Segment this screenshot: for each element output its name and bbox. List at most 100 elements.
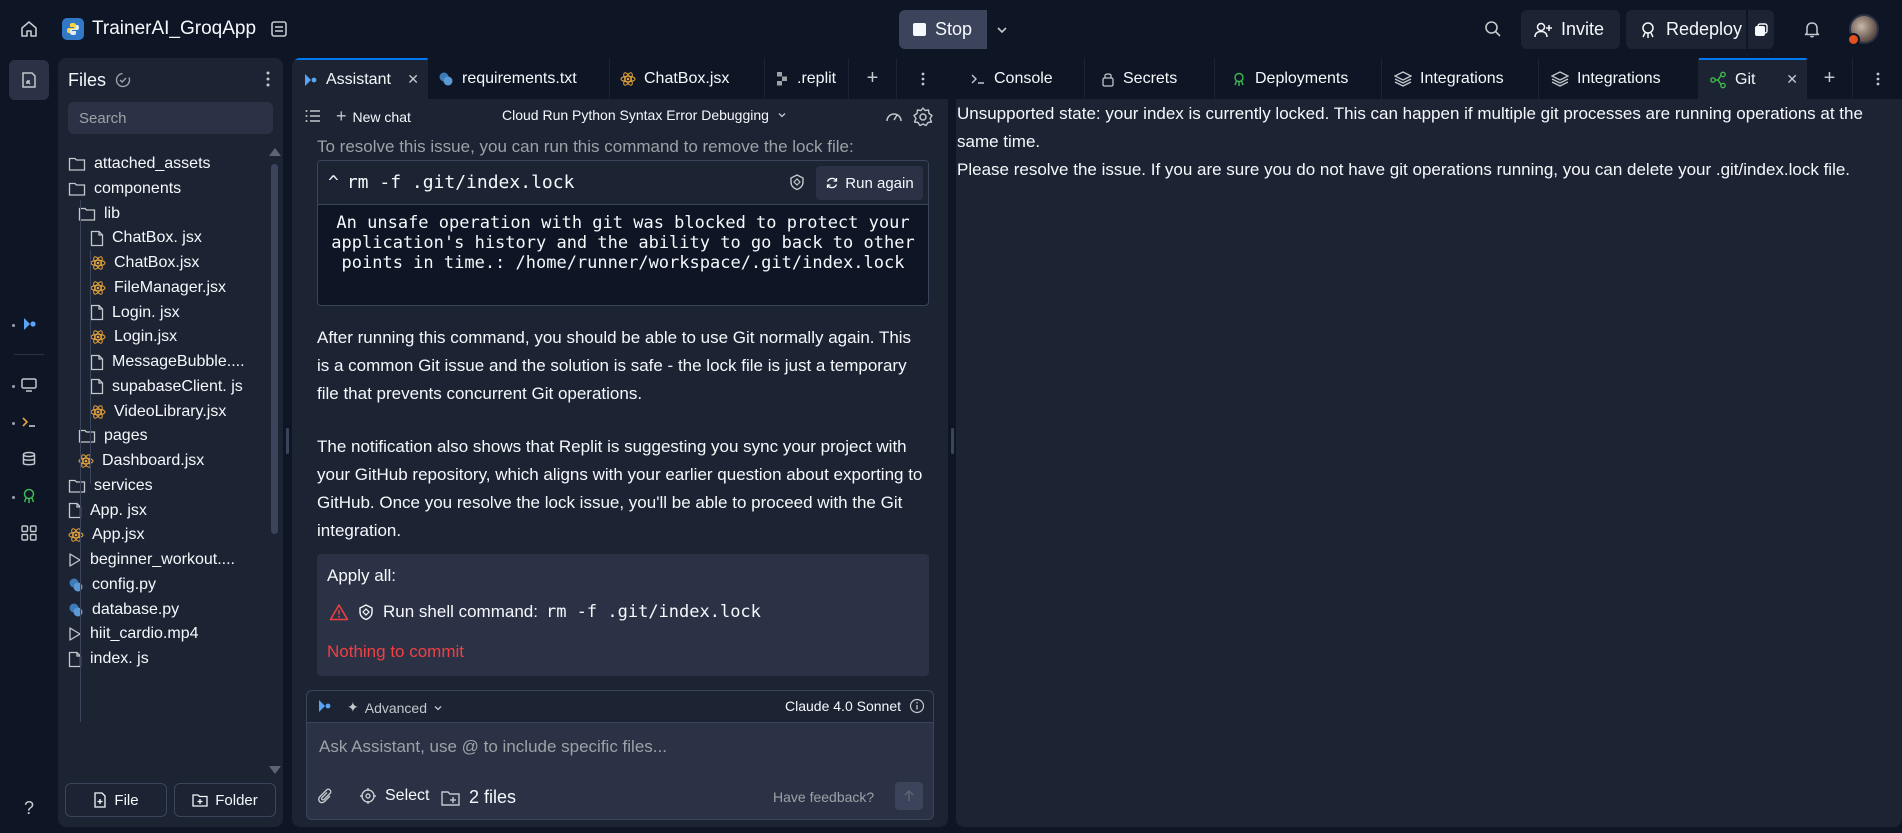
tree-item-label: pages	[104, 427, 148, 445]
tab-menu-kebab-icon[interactable]	[897, 58, 948, 99]
tab-git[interactable]: Git ✕	[1699, 58, 1807, 99]
tab-replit[interactable]: .replit	[765, 58, 849, 99]
message-paragraph: After running this command, you should b…	[317, 328, 912, 403]
add-tab-button[interactable]: +	[1807, 58, 1853, 99]
attach-paperclip-icon[interactable]	[317, 787, 335, 807]
panel-resize-handle[interactable]	[286, 428, 289, 454]
files-footer: File Folder	[58, 777, 283, 827]
run-again-button[interactable]: Run again	[816, 166, 923, 200]
files-header: Files	[58, 58, 283, 102]
new-folder-button[interactable]: Folder	[174, 783, 276, 817]
all-tools-grid-icon[interactable]	[9, 513, 49, 553]
git-error-line: Unsupported state: your index is current…	[957, 104, 1863, 151]
avatar[interactable]	[1847, 14, 1879, 46]
search-icon[interactable]	[1473, 9, 1513, 49]
tab-secrets[interactable]: Secrets	[1085, 58, 1215, 99]
tree-indent-guide	[90, 250, 91, 484]
chevron-down-icon	[777, 110, 787, 120]
shell-command-code: rm -f .git/index.lock	[545, 602, 761, 622]
scroll-down-icon[interactable]	[269, 766, 281, 774]
tab-chatbox[interactable]: ChatBox.jsx	[610, 58, 765, 99]
python-file-icon	[68, 602, 84, 618]
git-panel: Console Secrets Deployments Integrations…	[956, 58, 1902, 827]
attached-files-button[interactable]: 2 files	[441, 787, 516, 808]
right-tab-bar: Console Secrets Deployments Integrations…	[956, 58, 1902, 99]
tree-item-label: supabaseClient. js	[112, 377, 243, 395]
assistant-prompt-input[interactable]: Ask Assistant, use @ to include specific…	[319, 737, 667, 757]
code-prompt: ^	[328, 172, 339, 193]
close-icon[interactable]: ✕	[407, 71, 419, 88]
help-icon[interactable]: ?	[9, 788, 49, 828]
tree-item-label: beginner_workout....	[90, 551, 235, 568]
send-button[interactable]	[895, 782, 923, 810]
file-icon	[90, 304, 104, 321]
left-rail: ?	[0, 58, 58, 833]
settings-gear-icon[interactable]	[912, 106, 934, 128]
add-user-icon	[1533, 20, 1553, 40]
tree-item-label: hiit_cardio.mp4	[90, 625, 199, 643]
redeploy-label: Redeploy	[1666, 19, 1743, 39]
feedback-link[interactable]: Have feedback?	[773, 789, 874, 805]
file-search-input[interactable]: Search	[68, 102, 273, 134]
folder-plus-icon	[192, 793, 208, 807]
select-element-button[interactable]: Select	[359, 787, 429, 805]
scrollbar-thumb[interactable]	[271, 164, 278, 534]
panel-resize-handle[interactable]	[951, 428, 954, 454]
message-intro-text: To resolve this issue, you can run this …	[317, 137, 854, 156]
advanced-mode-dropdown[interactable]: ✦ Advanced	[347, 699, 443, 716]
tab-label: Git	[1735, 70, 1756, 88]
redeploy-button[interactable]: Redeploy	[1626, 10, 1746, 49]
deployments-icon[interactable]	[9, 476, 49, 516]
notification-bell-icon[interactable]	[1792, 9, 1832, 49]
project-title: TrainerAI_GroqApp	[92, 18, 257, 39]
shell-command-action[interactable]: Run shell command: rm -f .git/index.lock	[329, 602, 761, 622]
deployment-menu-icon[interactable]	[1748, 10, 1774, 49]
files-menu-kebab-icon[interactable]	[265, 70, 271, 88]
tab-label: Integrations	[1577, 69, 1661, 87]
folder-icon	[68, 156, 86, 172]
assistant-toolbar: + New chat Cloud Run Python Syntax Error…	[292, 99, 948, 133]
close-icon[interactable]: ✕	[1786, 71, 1798, 88]
tab-label: .replit	[797, 69, 837, 87]
invite-button[interactable]: Invite	[1521, 10, 1620, 49]
webview-monitor-icon[interactable]	[9, 365, 49, 405]
file-plus-icon	[93, 792, 107, 808]
tab-integrations[interactable]: Integrations	[1382, 58, 1539, 99]
stop-button[interactable]: Stop	[899, 10, 1017, 49]
apply-actions-box: Apply all: Run shell command: rm -f .git…	[317, 554, 929, 676]
file-tree-scrollbar[interactable]	[268, 146, 281, 778]
shell-shield-icon	[357, 603, 375, 621]
model-selector[interactable]: Claude 4.0 Sonnet	[785, 698, 925, 714]
new-chat-button[interactable]: + New chat	[336, 106, 411, 127]
react-file-icon	[620, 71, 636, 87]
file-tree: attached_assets components lib ChatBox. jsx…	[58, 150, 268, 770]
home-icon[interactable]	[9, 9, 49, 49]
files-tool-icon[interactable]	[9, 60, 49, 100]
tab-assistant[interactable]: Assistant ✕	[292, 58, 428, 99]
chevron-down-icon[interactable]	[987, 10, 1017, 49]
workspace-panel-icon[interactable]	[259, 9, 299, 49]
tab-deployments[interactable]: Deployments	[1215, 58, 1382, 99]
chat-history-list-icon[interactable]	[304, 107, 322, 125]
new-file-button[interactable]: File	[65, 783, 167, 817]
console-prompt-icon	[970, 71, 986, 87]
tree-item-label: database.py	[92, 600, 180, 618]
tab-console[interactable]: Console	[956, 58, 1085, 99]
shell-prompt-icon[interactable]	[9, 402, 49, 442]
scroll-up-icon[interactable]	[269, 148, 281, 156]
file-icon	[90, 230, 104, 247]
react-file-icon	[68, 527, 84, 543]
chat-title-dropdown[interactable]: Cloud Run Python Syntax Error Debugging	[502, 107, 787, 123]
add-tab-button[interactable]: +	[849, 58, 897, 99]
database-icon[interactable]	[9, 439, 49, 479]
assistant-tool-icon[interactable]	[9, 304, 49, 344]
tab-requirements[interactable]: requirements.txt	[428, 58, 610, 99]
tab-menu-kebab-icon[interactable]	[1853, 58, 1902, 99]
speed-gauge-icon[interactable]	[884, 107, 904, 127]
tab-integrations[interactable]: Integrations	[1539, 58, 1699, 99]
info-icon[interactable]	[909, 698, 925, 714]
tree-item-label: App.jsx	[92, 526, 145, 544]
python-file-icon	[438, 71, 454, 87]
project-name[interactable]: TrainerAI_GroqApp	[62, 14, 256, 44]
assistant-input-box: ✦ Advanced Claude 4.0 Sonnet Ask Assista…	[306, 690, 934, 820]
